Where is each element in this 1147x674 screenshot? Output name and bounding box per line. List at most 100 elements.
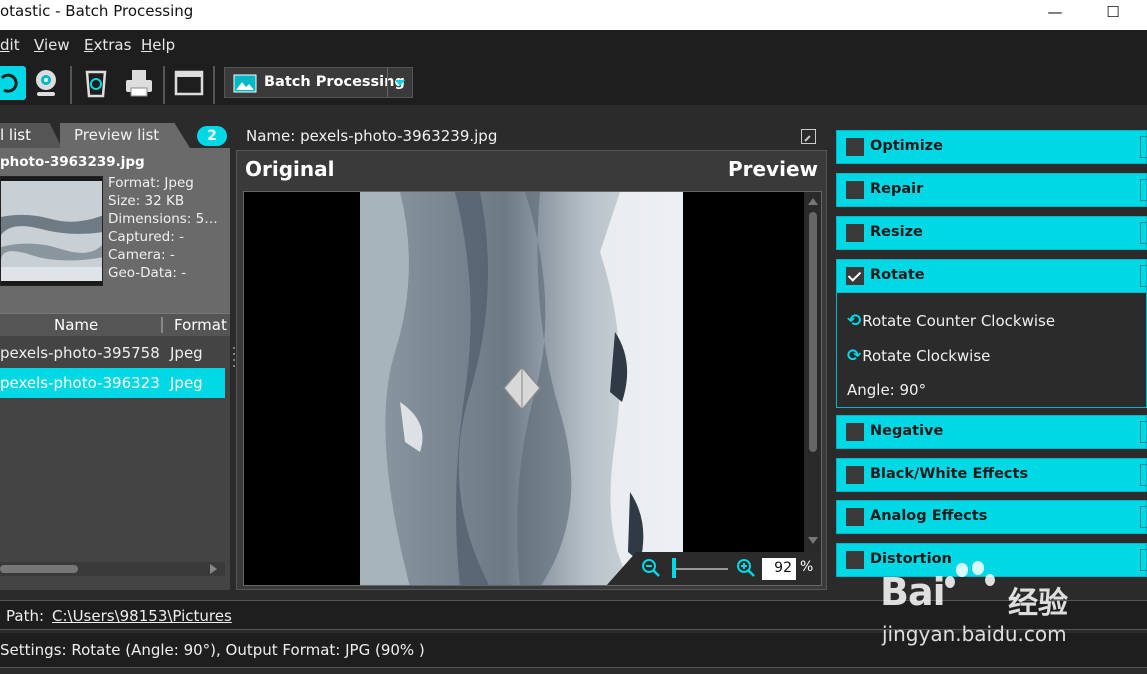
menu-help[interactable]: Help bbox=[141, 36, 175, 54]
refresh-icon bbox=[0, 73, 18, 93]
recycle-button[interactable] bbox=[79, 66, 113, 100]
action-label: Rotate bbox=[870, 267, 925, 283]
refresh-button[interactable] bbox=[0, 66, 26, 100]
file-list-header: Name Format bbox=[0, 313, 230, 336]
horizontal-scrollbar[interactable] bbox=[0, 562, 225, 576]
black-white-checkbox[interactable] bbox=[846, 466, 864, 484]
action-rotate[interactable]: Rotate bbox=[836, 259, 1147, 293]
original-label: Original bbox=[245, 157, 335, 181]
distortion-checkbox[interactable] bbox=[846, 551, 864, 569]
row-format: Jpeg bbox=[170, 344, 203, 362]
rotate-angle: Angle: 90° bbox=[847, 381, 927, 399]
toolbar-separator bbox=[163, 66, 165, 104]
rotate-cw-option[interactable]: ⟳Rotate Clockwise bbox=[847, 346, 990, 366]
paw-logo-icon bbox=[945, 561, 995, 588]
meta-format: Format: Jpeg bbox=[108, 175, 194, 191]
scroll-down-icon[interactable] bbox=[808, 537, 818, 544]
meta-size: Size: 32 KB bbox=[108, 193, 185, 209]
action-resize[interactable]: Resize bbox=[836, 216, 1147, 250]
expander-edge bbox=[1140, 464, 1147, 486]
printer-icon bbox=[126, 70, 152, 97]
tab-file-list[interactable]: l list bbox=[0, 123, 62, 148]
negative-checkbox[interactable] bbox=[846, 423, 864, 441]
expander-edge bbox=[1140, 506, 1147, 528]
menu-extras[interactable]: Extras bbox=[84, 36, 131, 54]
action-negative[interactable]: Negative bbox=[836, 415, 1147, 449]
row-format: Jpeg bbox=[170, 374, 203, 392]
expand-icon[interactable] bbox=[801, 129, 816, 144]
column-name[interactable]: Name bbox=[54, 316, 98, 334]
title-bar: otastic - Batch Processing — ☐ bbox=[0, 0, 1147, 30]
zoom-unit: % bbox=[800, 559, 814, 575]
recycle-bin-icon bbox=[85, 70, 107, 98]
batch-processing-label: Batch Processing bbox=[264, 74, 405, 90]
list-tabs: l list Preview list 2 bbox=[0, 120, 230, 148]
print-button[interactable] bbox=[122, 66, 156, 100]
file-info: photo-3963239.jpg Format: Jpeg Size: 32 … bbox=[0, 148, 230, 313]
analog-effects-checkbox[interactable] bbox=[846, 508, 864, 526]
tab-preview-list[interactable]: Preview list bbox=[60, 123, 190, 148]
row-name: pexels-photo-3957582 bbox=[0, 344, 160, 362]
toolbar-separator bbox=[213, 66, 215, 104]
rotate-cw-label: Rotate Clockwise bbox=[862, 347, 991, 365]
rotate-checkbox[interactable] bbox=[846, 267, 864, 285]
expander-edge bbox=[1140, 179, 1147, 201]
action-black-white-effects[interactable]: Black/White Effects bbox=[836, 458, 1147, 492]
toolbar: Batch Processing bbox=[0, 60, 1147, 105]
zoom-out-icon[interactable] bbox=[640, 557, 662, 579]
scroll-thumb[interactable] bbox=[0, 565, 78, 573]
resize-checkbox[interactable] bbox=[846, 224, 864, 242]
action-optimize[interactable]: Optimize bbox=[836, 130, 1147, 164]
column-format[interactable]: Format bbox=[174, 316, 227, 334]
scroll-thumb[interactable] bbox=[809, 212, 817, 452]
path-link[interactable]: C:\Users\98153\Pictures bbox=[52, 607, 232, 625]
meta-dimensions: Dimensions: 500… bbox=[108, 211, 226, 227]
settings-summary: Settings: Rotate (Angle: 90°), Output Fo… bbox=[0, 641, 425, 659]
batch-processing-button[interactable]: Batch Processing bbox=[224, 67, 413, 98]
webcam-icon bbox=[36, 70, 56, 96]
baidu-watermark: Bai 经验 jingyan.baidu.com bbox=[880, 560, 1110, 650]
expander-edge bbox=[1140, 549, 1147, 571]
table-row[interactable]: pexels-photo-3957582 Jpeg bbox=[0, 338, 225, 368]
rotate-ccw-option[interactable]: ⟲Rotate Counter Clockwise bbox=[847, 311, 1055, 331]
image-canvas[interactable]: 92 % bbox=[243, 191, 822, 586]
zoom-in-icon[interactable] bbox=[735, 557, 757, 579]
rotate-ccw-label: Rotate Counter Clockwise bbox=[862, 312, 1056, 330]
row-name: pexels-photo-3963239 bbox=[0, 374, 160, 392]
zoom-input[interactable]: 92 bbox=[762, 558, 796, 580]
preview-count-badge: 2 bbox=[197, 126, 227, 146]
zoom-bar: 92 % bbox=[606, 552, 821, 585]
path-label: Path: bbox=[6, 607, 45, 625]
scroll-up-icon[interactable] bbox=[808, 198, 818, 205]
window-view-button[interactable] bbox=[172, 66, 206, 100]
menu-bar: dit View Extras Help bbox=[0, 30, 1147, 60]
webcam-button[interactable] bbox=[29, 66, 63, 100]
meta-geo-data: Geo-Data: - bbox=[108, 265, 187, 281]
scroll-right-icon[interactable] bbox=[210, 564, 217, 574]
table-row-selected[interactable]: pexels-photo-3963239 Jpeg bbox=[0, 368, 225, 398]
actions-panel: Optimize Repair Resize Rotate ⟲Rotate Co… bbox=[836, 130, 1147, 590]
column-separator[interactable] bbox=[161, 317, 163, 333]
toolbar-strip bbox=[0, 105, 1147, 120]
zoom-slider-handle[interactable] bbox=[672, 558, 676, 578]
action-label: Analog Effects bbox=[870, 508, 988, 524]
menu-edit[interactable]: dit bbox=[0, 36, 20, 54]
repair-checkbox[interactable] bbox=[846, 181, 864, 199]
action-label: Repair bbox=[870, 181, 924, 197]
action-label: Optimize bbox=[870, 138, 943, 154]
action-analog-effects[interactable]: Analog Effects bbox=[836, 500, 1147, 534]
maximize-button[interactable]: ☐ bbox=[1098, 3, 1128, 23]
menu-view[interactable]: View bbox=[34, 36, 70, 54]
zoom-slider-track[interactable] bbox=[672, 568, 728, 570]
watermark-url: jingyan.baidu.com bbox=[882, 622, 1067, 646]
minimize-button[interactable]: — bbox=[1040, 3, 1070, 23]
vertical-scrollbar[interactable] bbox=[804, 192, 821, 585]
meta-camera: Camera: - bbox=[108, 247, 175, 263]
expander-edge bbox=[1140, 265, 1147, 287]
action-repair[interactable]: Repair bbox=[836, 173, 1147, 207]
expander-edge bbox=[1140, 421, 1147, 443]
optimize-checkbox[interactable] bbox=[846, 138, 864, 156]
action-label: Black/White Effects bbox=[870, 466, 1029, 482]
batch-dropdown-icon[interactable] bbox=[387, 68, 412, 97]
preview-image bbox=[360, 192, 683, 585]
